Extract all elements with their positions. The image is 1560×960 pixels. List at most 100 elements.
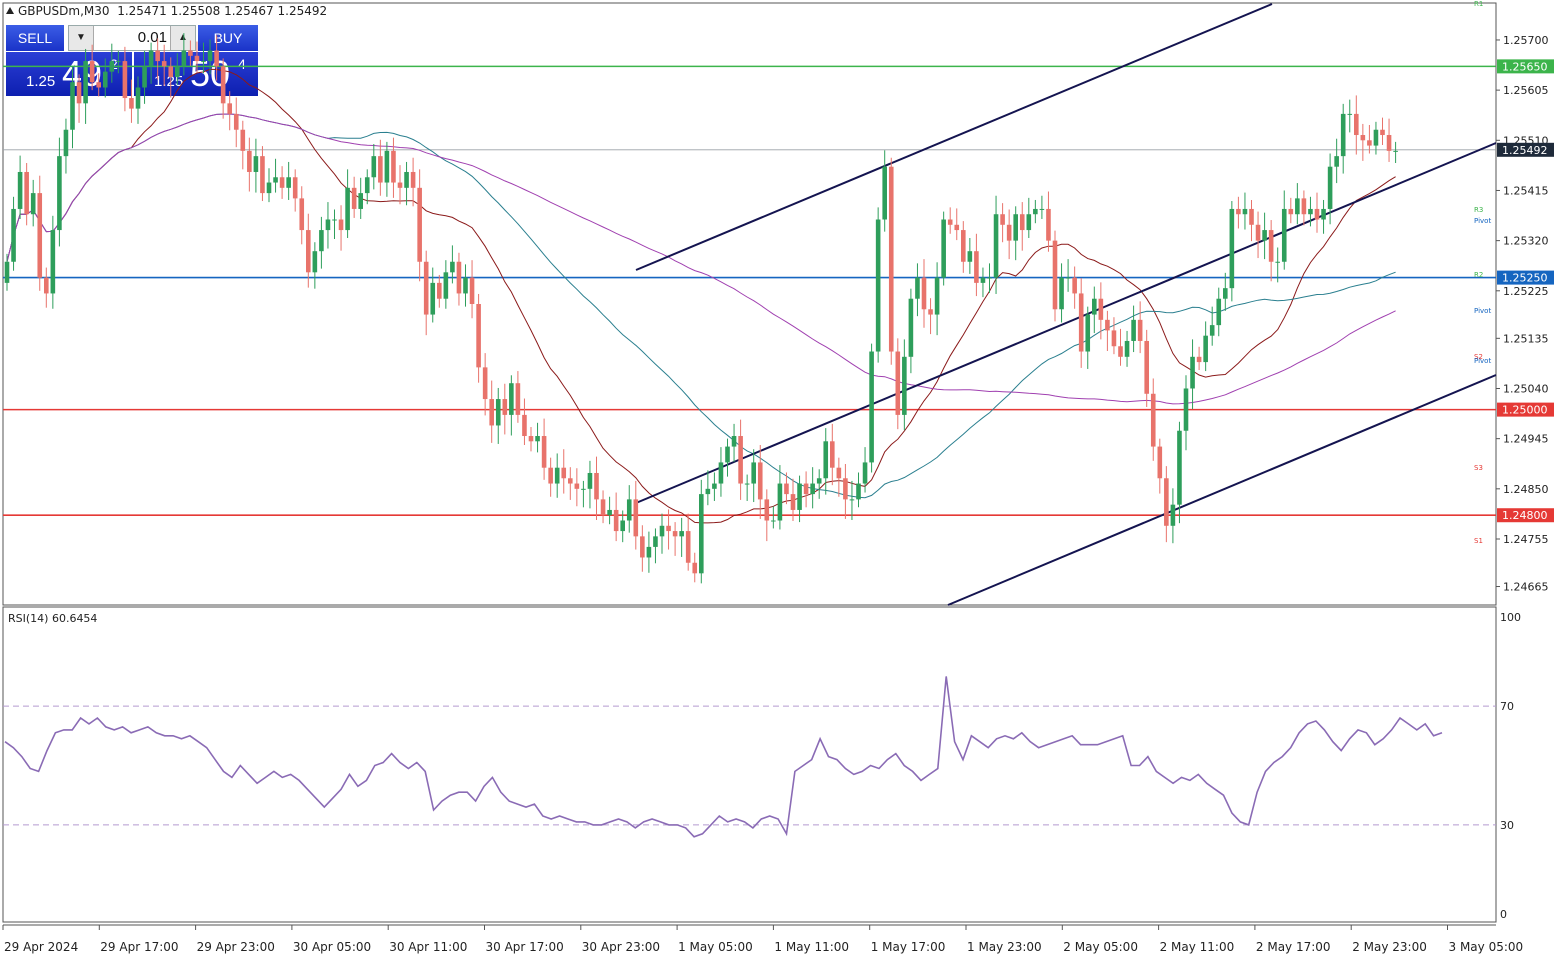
candle-body-206 — [1354, 113, 1359, 136]
candle-body-35 — [233, 113, 239, 130]
candle-body-32 — [214, 50, 219, 67]
time-tick-9: 1 May 17:00 — [871, 940, 946, 954]
price-tick-8: 1.24945 — [1503, 433, 1549, 446]
pivot-label-4: Pivot — [1474, 307, 1491, 315]
candle-body-109 — [718, 462, 724, 484]
candle-body-153 — [1006, 224, 1012, 241]
candle-body-123 — [810, 483, 815, 495]
candle-body-17 — [116, 61, 121, 63]
moving-averages — [6, 68, 1396, 524]
candle-body-30 — [201, 61, 206, 63]
rsi-indicator: 100 70 30 0 — [3, 611, 1521, 921]
candle-body-204 — [1340, 113, 1346, 157]
pivot-label-7: S3 — [1474, 464, 1483, 472]
candle-body-157 — [1033, 208, 1038, 215]
candle-body-121 — [797, 483, 802, 510]
time-tick-0: 29 Apr 2024 — [4, 940, 78, 954]
candle-body-180 — [1183, 388, 1189, 431]
time-tick-5: 30 Apr 17:00 — [486, 940, 564, 954]
pivot-labels: R1R3PivotR2PivotS2PivotS3S1 — [1474, 0, 1491, 545]
candle-body-26 — [175, 66, 180, 77]
candle-body-191 — [1255, 224, 1261, 241]
candle-body-23 — [155, 50, 160, 62]
horizontal-levels[interactable] — [3, 65, 1496, 517]
candle-body-106 — [699, 494, 704, 574]
candle-body-44 — [292, 177, 298, 199]
time-tick-8: 1 May 11:00 — [774, 940, 849, 954]
candle-body-174 — [1144, 340, 1149, 394]
candle-body-29 — [194, 55, 200, 62]
candle-body-33 — [220, 66, 226, 104]
candle-body-69 — [456, 261, 462, 294]
candle-body-160 — [1052, 240, 1058, 310]
candle-body-136 — [895, 351, 901, 415]
candle-body-84 — [554, 467, 560, 484]
candle-body-88 — [581, 488, 586, 490]
candle-body-51 — [338, 219, 344, 231]
ma-mid-line — [6, 113, 1396, 499]
candle-body-34 — [227, 103, 232, 114]
candle-body-103 — [679, 531, 684, 537]
price-tick-9: 1.24850 — [1503, 483, 1549, 496]
candle-body-86 — [568, 478, 573, 484]
candle-body-90 — [594, 472, 599, 500]
candle-body-4 — [30, 193, 36, 215]
candle-body-107 — [705, 488, 711, 495]
time-tick-12: 2 May 11:00 — [1160, 940, 1235, 954]
candle-body-14 — [96, 82, 101, 88]
candle-body-143 — [941, 219, 946, 278]
candle-body-139 — [915, 277, 920, 299]
candle-body-60 — [397, 182, 403, 188]
candle-body-140 — [921, 277, 927, 310]
price-tick-7: 1.25040 — [1503, 382, 1549, 395]
candle-body-179 — [1177, 430, 1182, 505]
candle-body-200 — [1314, 208, 1320, 220]
candle-body-207 — [1360, 135, 1366, 141]
candle-body-183 — [1203, 335, 1208, 363]
candle-body-93 — [613, 509, 619, 532]
candle-body-57 — [378, 156, 383, 183]
candle-body-195 — [1281, 208, 1287, 262]
candle-body-7 — [50, 230, 56, 294]
candle-body-173 — [1137, 319, 1143, 341]
candle-body-67 — [443, 272, 449, 299]
candle-body-37 — [247, 150, 252, 172]
candle-body-71 — [469, 277, 475, 304]
time-tick-4: 30 Apr 11:00 — [389, 940, 467, 954]
candle-body-154 — [1013, 214, 1018, 241]
candle-body-19 — [129, 98, 134, 109]
candle-body-42 — [279, 177, 285, 188]
candle-body-164 — [1078, 293, 1084, 352]
price-chart[interactable]: R1R3PivotR2PivotS2PivotS3S1 1.257001.256… — [0, 0, 1560, 960]
price-tick-0: 1.25700 — [1503, 34, 1549, 47]
rsi-tick-1: 70 — [1500, 700, 1514, 713]
candle-body-156 — [1026, 214, 1032, 231]
candle-body-190 — [1249, 208, 1254, 225]
current-price-tag: 1.25492 — [1502, 144, 1548, 157]
candle-body-150 — [987, 277, 992, 279]
candle-body-142 — [934, 277, 940, 315]
candle-body-40 — [266, 182, 272, 194]
candle-body-155 — [1019, 214, 1025, 231]
time-tick-13: 2 May 17:00 — [1256, 940, 1331, 954]
candle-body-12 — [83, 61, 88, 104]
candle-body-108 — [712, 483, 717, 489]
price-tick-11: 1.24665 — [1503, 581, 1549, 594]
level-tag-3: 1.24800 — [1502, 509, 1548, 522]
candle-body-48 — [319, 230, 324, 252]
candle-body-201 — [1321, 208, 1326, 220]
candle-body-76 — [502, 399, 508, 415]
candle-body-198 — [1301, 198, 1307, 215]
candle-body-24 — [161, 61, 167, 67]
candle-body-54 — [358, 193, 363, 209]
time-tick-6: 30 Apr 23:00 — [582, 940, 660, 954]
candle-body-146 — [961, 230, 966, 262]
pivot-label-2: Pivot — [1474, 217, 1491, 225]
candle-body-45 — [299, 198, 305, 231]
candle-body-25 — [168, 66, 174, 77]
candle-body-27 — [181, 50, 187, 67]
candle-body-192 — [1262, 230, 1267, 241]
price-tick-10: 1.24755 — [1503, 533, 1549, 546]
candle-body-70 — [463, 277, 468, 294]
pivot-label-6: Pivot — [1474, 357, 1491, 365]
